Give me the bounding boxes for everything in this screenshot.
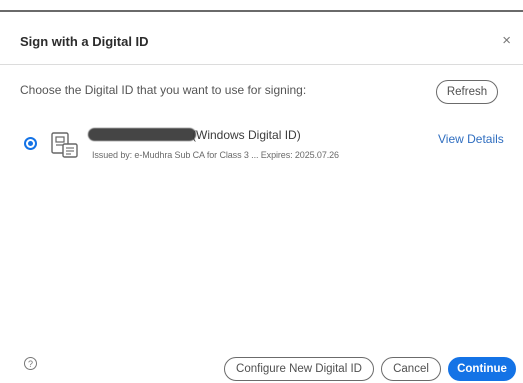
redacted-id-name bbox=[88, 128, 196, 141]
header-divider bbox=[0, 64, 523, 65]
radio-selected-dot bbox=[28, 141, 33, 146]
help-icon[interactable]: ? bbox=[24, 357, 37, 370]
choose-id-prompt: Choose the Digital ID that you want to u… bbox=[20, 83, 307, 97]
digital-id-name: (Windows Digital ID) bbox=[192, 128, 301, 142]
close-icon[interactable]: × bbox=[502, 33, 511, 48]
dialog-title: Sign with a Digital ID bbox=[20, 34, 149, 49]
view-details-link[interactable]: View Details bbox=[438, 132, 504, 146]
refresh-button[interactable]: Refresh bbox=[436, 80, 498, 104]
sign-with-digital-id-dialog: Sign with a Digital ID × Choose the Digi… bbox=[0, 12, 523, 383]
digital-id-issuer-details: Issued by: e-Mudhra Sub CA for Class 3 .… bbox=[92, 150, 339, 160]
digital-id-radio[interactable] bbox=[24, 137, 37, 150]
certificate-icon bbox=[51, 132, 78, 158]
configure-new-digital-id-button[interactable]: Configure New Digital ID bbox=[224, 357, 374, 381]
cancel-button[interactable]: Cancel bbox=[381, 357, 441, 381]
continue-button[interactable]: Continue bbox=[448, 357, 516, 381]
